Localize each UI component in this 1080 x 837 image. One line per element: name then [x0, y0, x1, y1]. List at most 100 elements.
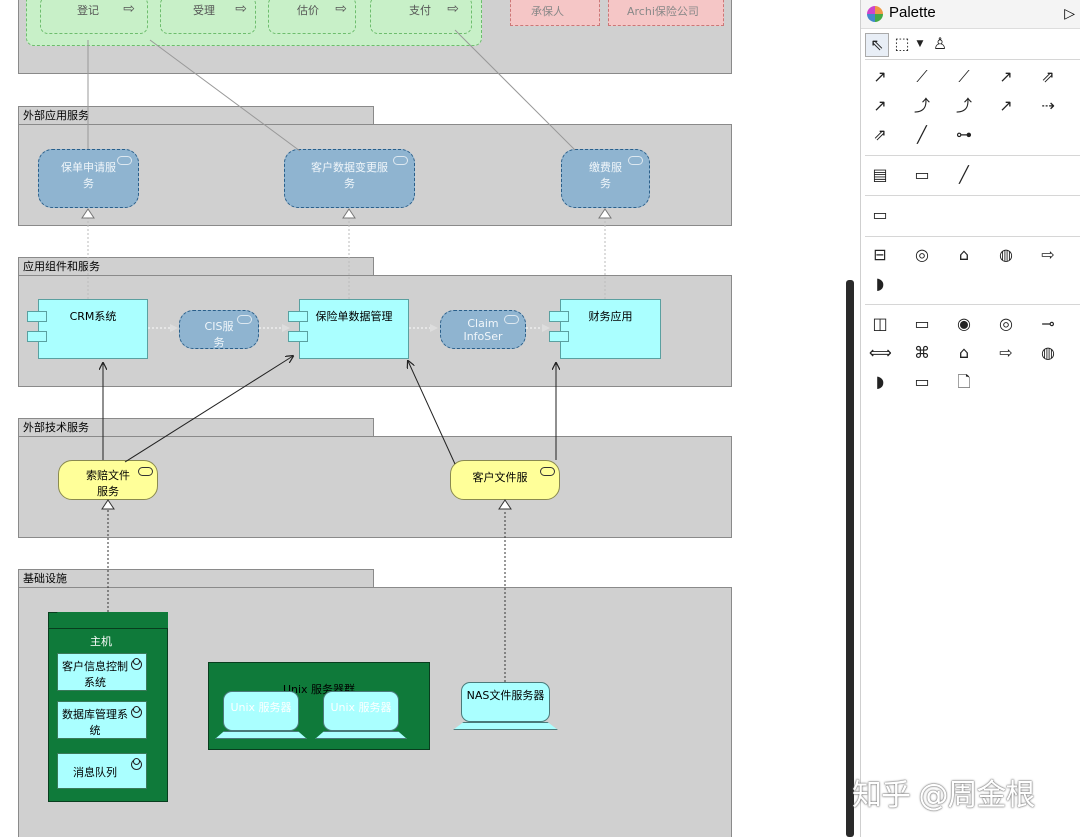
connection-icon[interactable]: ╱	[953, 164, 975, 186]
association-icon[interactable]: ╱	[911, 124, 933, 146]
canvas-scrollbar[interactable]	[846, 280, 854, 837]
palette-divider	[865, 236, 1080, 237]
palette-panel: Palette ▷ ⇖ ⬚ ▼ ♙ ↗ ⟋ ⟋ ↗ ⇗ ↗ ⤴ ⤴ ↗ ⇢ ⇗ …	[860, 0, 1080, 837]
lane-tab-app-components[interactable]: 应用组件和服务	[18, 257, 374, 275]
application-process-icon[interactable]: ⇨	[1037, 244, 1059, 266]
application-component-icon[interactable]: ⊟	[869, 244, 891, 266]
app-service-policy-apply[interactable]: 保单申请服务	[38, 149, 139, 208]
component-label: 保险单数据管理	[315, 310, 393, 323]
dropdown-icon[interactable]: ▼	[909, 33, 931, 55]
group-icon[interactable]: ▭	[911, 164, 933, 186]
influence-icon[interactable]: ⤴	[953, 95, 975, 117]
device-label: Unix 服务器	[330, 701, 392, 714]
technology-collaboration-icon[interactable]: ◎	[995, 313, 1017, 335]
actor-insured[interactable]: 承保人	[510, 0, 600, 26]
select-tool-icon[interactable]: ⇖	[865, 33, 889, 57]
app-service-customer-data-change[interactable]: 客户数据变更服务	[284, 149, 415, 208]
palette-divider	[865, 304, 1080, 305]
system-software-mq[interactable]: 消息队列	[57, 753, 147, 789]
app-service-cis[interactable]: CIS服务	[179, 310, 259, 349]
actor-label: 承保人	[531, 5, 564, 18]
device-label: NAS文件服务器	[466, 689, 545, 702]
actor-archi-company[interactable]: Archi保险公司	[608, 0, 724, 26]
specialization-icon[interactable]: ⇗	[869, 124, 891, 146]
technology-interaction-icon[interactable]: ◍	[1037, 342, 1059, 364]
component-icon	[549, 331, 569, 342]
process-arrow-icon: ⇨	[335, 1, 347, 17]
technology-interface-icon[interactable]: ⊸	[1037, 313, 1059, 335]
triggering-icon[interactable]: ↗	[995, 95, 1017, 117]
technology-function-icon[interactable]: ⌂	[953, 342, 975, 364]
device-nas[interactable]: NAS文件服务器	[453, 682, 558, 730]
app-component-policy-data[interactable]: 保险单数据管理	[288, 299, 409, 359]
tech-service-claims-file[interactable]: 索赔文件服务	[58, 460, 158, 500]
format-painter-icon[interactable]: ♙	[929, 33, 951, 55]
device-unix-server-1[interactable]: Unix 服务器	[215, 691, 307, 739]
aggregation-icon[interactable]: ⟋	[953, 66, 975, 88]
application-function-icon[interactable]: ◍	[995, 244, 1017, 266]
magic-connector-icon[interactable]: ↗	[869, 66, 891, 88]
communication-network-icon[interactable]: ⌘	[911, 342, 933, 364]
flow-icon[interactable]: ⇢	[1037, 95, 1059, 117]
palette-divider	[865, 155, 1080, 156]
composition-icon[interactable]: ⟋	[911, 66, 933, 88]
junction-icon[interactable]: ⊶	[953, 124, 975, 146]
process-label: 支付	[409, 4, 431, 17]
lane-tab-external-tech[interactable]: 外部技术服务	[18, 418, 374, 436]
component-icon	[27, 331, 47, 342]
app-component-finance[interactable]: 财务应用	[549, 299, 661, 359]
realization-icon[interactable]: ⇗	[1037, 66, 1059, 88]
process-pay[interactable]: 支付 ⇨	[370, 0, 472, 34]
system-software-dbms[interactable]: 数据库管理系统	[57, 701, 147, 739]
device-base	[215, 731, 307, 739]
process-arrow-icon: ⇨	[235, 1, 247, 17]
service-label: 客户文件服	[472, 471, 528, 484]
app-component-crm[interactable]: CRM系统	[27, 299, 148, 359]
assignment-icon[interactable]: ↗	[995, 66, 1017, 88]
node-unix-farm[interactable]: Unix 服务器群 Unix 服务器 Unix 服务器	[208, 662, 430, 750]
note-icon[interactable]: ▤	[869, 164, 891, 186]
component-label: 财务应用	[588, 310, 633, 323]
palette-title: Palette	[889, 4, 936, 21]
tech-service-customer-file[interactable]: 客户文件服	[450, 460, 560, 500]
node-title: 主机	[90, 635, 112, 648]
process-arrow-icon: ⇨	[123, 1, 135, 17]
actor-label: Archi保险公司	[627, 5, 699, 18]
device-unix-server-2[interactable]: Unix 服务器	[315, 691, 407, 739]
process-accept[interactable]: 受理 ⇨	[160, 0, 256, 34]
process-label: 登记	[77, 4, 99, 17]
app-service-payment[interactable]: 缴费服务	[561, 149, 650, 208]
system-software-label: 客户信息控制系统	[62, 660, 128, 689]
component-label: CRM系统	[69, 310, 117, 323]
application-collaboration-icon[interactable]: ◎	[911, 244, 933, 266]
lane-tab-infrastructure[interactable]: 基础设施	[18, 569, 374, 587]
lane-tab-external-app[interactable]: 外部应用服务	[18, 106, 374, 124]
system-software-label: 消息队列	[73, 766, 117, 779]
system-software-icon	[131, 658, 142, 670]
technology-event-icon[interactable]: ◗	[869, 371, 891, 393]
application-interface-icon[interactable]: ⌂	[953, 244, 975, 266]
application-event-icon[interactable]: ◗	[869, 273, 891, 295]
service-label: 索赔文件服务	[86, 469, 130, 498]
palette-divider	[865, 195, 1080, 196]
system-software-cics[interactable]: 客户信息控制系统	[57, 653, 147, 691]
node-icon[interactable]: ◫	[869, 313, 891, 335]
process-label: 受理	[193, 4, 215, 17]
access-icon[interactable]: ⤴	[911, 95, 933, 117]
palette-icon	[867, 6, 883, 22]
path-icon[interactable]: ⟺	[869, 342, 892, 364]
process-register[interactable]: 登记 ⇨	[40, 0, 148, 34]
artifact-icon[interactable]: 🗋	[953, 371, 975, 393]
technology-process-icon[interactable]: ⇨	[995, 342, 1017, 364]
system-software-icon[interactable]: ◉	[953, 313, 975, 335]
technology-service-icon[interactable]: ▭	[911, 371, 933, 393]
diagram-canvas[interactable]: 登记 ⇨ 受理 ⇨ 估价 ⇨ 支付 ⇨ 承保人 Archi保险公司 外部应用服务…	[0, 0, 840, 837]
palette-divider	[865, 59, 1080, 60]
palette-collapse-icon[interactable]: ▷	[1064, 6, 1075, 22]
grouping-icon[interactable]: ▭	[869, 204, 891, 226]
node-host[interactable]: 主机 客户信息控制系统 数据库管理系统 消息队列	[48, 612, 168, 802]
serving-icon[interactable]: ↗	[869, 95, 891, 117]
process-estimate[interactable]: 估价 ⇨	[268, 0, 356, 34]
device-icon[interactable]: ▭	[911, 313, 933, 335]
app-service-claim-info[interactable]: Claim InfoSer	[440, 310, 526, 349]
